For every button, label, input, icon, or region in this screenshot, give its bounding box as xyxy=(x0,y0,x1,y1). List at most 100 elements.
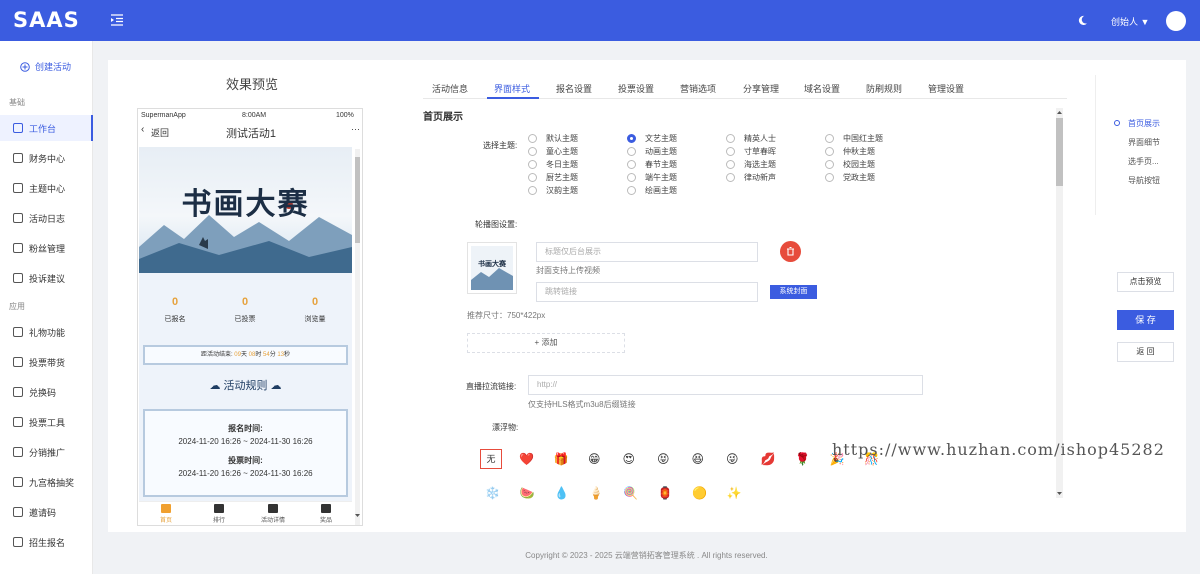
float-option[interactable]: 😜 xyxy=(726,452,739,466)
float-option[interactable]: 💋 xyxy=(761,452,776,466)
sidebar-item[interactable]: 投票带货 xyxy=(0,349,93,375)
settings-tab[interactable]: 域名设置 xyxy=(804,82,840,95)
theme-radio[interactable]: 校园主题 xyxy=(825,159,875,170)
anchor-item[interactable]: 首页展示 xyxy=(1128,118,1160,129)
theme-radio[interactable]: 端午主题 xyxy=(627,172,677,183)
settings-tab[interactable]: 防刷规则 xyxy=(866,82,902,95)
theme-radio[interactable]: 海选主题 xyxy=(726,159,776,170)
sidebar-item[interactable]: 兑换码 xyxy=(0,379,93,405)
stat-value: 0 xyxy=(241,296,249,308)
more-icon[interactable]: ··· xyxy=(351,124,360,134)
sidebar-item[interactable]: 粉丝管理 xyxy=(0,235,93,261)
theme-radio[interactable]: 仲秋主题 xyxy=(825,146,875,157)
theme-radio[interactable]: 春节主题 xyxy=(627,159,677,170)
phone-scrollbar[interactable] xyxy=(353,149,362,525)
preview-button[interactable]: 点击预览 xyxy=(1117,272,1174,292)
theme-radio[interactable]: 厨艺主题 xyxy=(528,172,578,183)
float-option[interactable]: 😍 xyxy=(623,452,636,466)
menu-fold-icon[interactable] xyxy=(111,14,123,26)
ptab-prize[interactable]: 奖品 xyxy=(306,504,346,524)
sidebar-item[interactable]: 主题中心 xyxy=(0,175,93,201)
radio-circle xyxy=(726,173,735,182)
sidebar-item[interactable]: 礼物功能 xyxy=(0,319,93,345)
user-menu[interactable]: 创始人 ▼ xyxy=(1111,15,1149,28)
sidebar-item[interactable]: 九宫格抽奖 xyxy=(0,469,93,495)
jump-link-input[interactable]: 跳转链接 xyxy=(536,282,758,302)
float-option[interactable]: 🍦 xyxy=(589,486,604,500)
sidebar-item[interactable]: 活动日志 xyxy=(0,205,93,231)
theme-radio[interactable]: 冬日主题 xyxy=(528,159,578,170)
shop-icon xyxy=(13,357,23,367)
float-option[interactable]: ❄️ xyxy=(485,486,500,500)
ptab-detail[interactable]: 活动详情 xyxy=(253,504,293,524)
create-activity-button[interactable]: 创建活动 xyxy=(20,60,71,73)
float-option[interactable]: ✨ xyxy=(727,486,742,500)
settings-tab[interactable]: 投票设置 xyxy=(618,82,654,95)
sidebar-item[interactable]: 投诉建议 xyxy=(0,265,93,291)
ptab-rank[interactable]: 排行 xyxy=(199,504,239,524)
ptab-home[interactable]: 首页 xyxy=(146,504,186,524)
theme-radio[interactable]: 童心主题 xyxy=(528,146,578,157)
sidebar-item[interactable]: 投票工具 xyxy=(0,409,93,435)
grid-icon xyxy=(13,477,23,487)
theme-radio-label: 精英人士 xyxy=(744,134,776,143)
avatar[interactable] xyxy=(1166,11,1186,31)
float-option[interactable]: 🍉 xyxy=(520,486,535,500)
theme-radio[interactable]: 文艺主题 xyxy=(627,133,677,144)
anchor-item[interactable]: 导航按钮 xyxy=(1128,175,1160,186)
float-option[interactable]: 😁 xyxy=(588,452,601,466)
add-carousel-button[interactable]: + 添加 xyxy=(467,333,625,353)
float-option-none[interactable]: 无 xyxy=(480,449,502,469)
theme-radio[interactable]: 中国红主题 xyxy=(825,133,883,144)
sidebar-item[interactable]: 工作台 xyxy=(0,115,93,141)
save-button[interactable]: 保 存 xyxy=(1117,310,1174,330)
settings-tab[interactable]: 报名设置 xyxy=(556,82,592,95)
theme-radio[interactable]: 党政主题 xyxy=(825,172,875,183)
settings-tab[interactable]: 活动信息 xyxy=(432,82,468,95)
theme-radio[interactable]: 默认主题 xyxy=(528,133,578,144)
float-option[interactable]: 🎁 xyxy=(554,452,569,466)
tool-icon xyxy=(13,417,23,427)
float-option[interactable]: 🏮 xyxy=(658,486,673,500)
system-cover-button[interactable]: 系统封面 xyxy=(770,285,817,299)
sidebar-item[interactable]: 分销推广 xyxy=(0,439,93,465)
float-option[interactable]: 😆 xyxy=(692,452,705,466)
back-button[interactable]: 返 回 xyxy=(1117,342,1174,362)
settings-tab[interactable]: 管理设置 xyxy=(928,82,964,95)
radio-circle xyxy=(825,173,834,182)
anchor-nav: 首页展示界面细节选手页... 导航按钮 xyxy=(1095,75,1185,215)
theme-radio[interactable]: 精英人士 xyxy=(726,133,776,144)
theme-radio-label: 仲秋主题 xyxy=(843,147,875,156)
sidebar-item[interactable]: 财务中心 xyxy=(0,145,93,171)
stream-url-input[interactable]: http:// xyxy=(528,375,923,395)
monitor-icon xyxy=(13,123,23,133)
settings-tab[interactable]: 营销选项 xyxy=(680,82,716,95)
sidebar-item[interactable]: 邀请码 xyxy=(0,499,93,525)
theme-radio[interactable]: 寸草春晖 xyxy=(726,146,776,157)
theme-radio[interactable]: 动画主题 xyxy=(627,146,677,157)
anchor-item[interactable]: 界面细节 xyxy=(1128,137,1160,148)
carousel-title-input[interactable]: 标题仅后台展示 xyxy=(536,242,758,262)
settings-tab[interactable]: 分享管理 xyxy=(743,82,779,95)
theme-radio-label: 默认主题 xyxy=(546,134,578,143)
ptab-label: 首页 xyxy=(159,518,172,524)
theme-radio[interactable]: 律动新声 xyxy=(726,172,776,183)
settings-tab[interactable]: 界面样式 xyxy=(494,82,530,95)
theme-radio-label: 春节主题 xyxy=(645,160,677,169)
countdown-minutes: 54 xyxy=(263,352,270,358)
carousel-image-upload[interactable]: 书画大赛 xyxy=(467,242,517,294)
theme-radio[interactable]: 汉韵主题 xyxy=(528,185,578,196)
float-option[interactable]: 😝 xyxy=(657,452,670,466)
float-option[interactable]: ❤️ xyxy=(519,452,534,466)
float-option[interactable]: 💧 xyxy=(554,486,569,500)
theme-radio[interactable]: 绘画主题 xyxy=(627,185,677,196)
anchor-item[interactable]: 选手页... xyxy=(1128,156,1159,167)
float-option[interactable]: 🍭 xyxy=(623,486,638,500)
float-option[interactable]: 🟡 xyxy=(692,486,707,500)
delete-button[interactable] xyxy=(780,241,801,262)
float-option[interactable]: 🌹 xyxy=(795,452,810,466)
sidebar-item-label: 主题中心 xyxy=(29,183,66,194)
sidebar-item[interactable]: 招生报名 xyxy=(0,529,93,555)
moon-icon[interactable] xyxy=(1077,15,1088,26)
theme-radio-label: 厨艺主题 xyxy=(546,173,578,182)
